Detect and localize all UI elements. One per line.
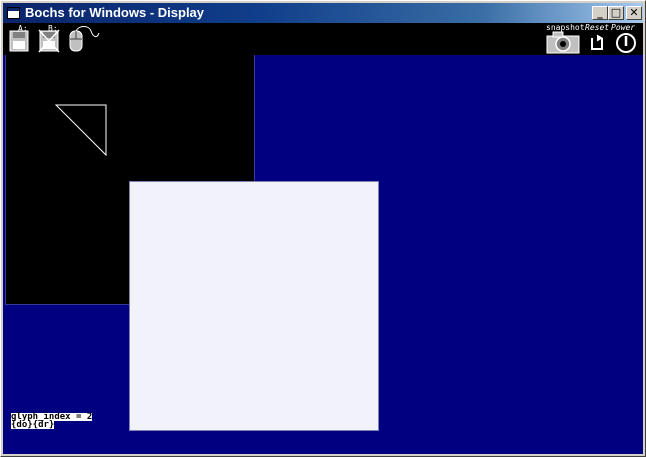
maximize-button[interactable]: □ <box>608 6 624 20</box>
white-window <box>129 181 379 431</box>
snapshot-button[interactable]: snapshot <box>545 23 585 55</box>
window-title: Bochs for Windows - Display <box>25 5 205 20</box>
console-line-2: {do}{dr} <box>11 420 55 430</box>
title-bar[interactable]: Bochs for Windows - Display _ □ ✕ <box>3 3 643 23</box>
close-button[interactable]: ✕ <box>626 6 642 20</box>
snapshot-label: snapshot <box>546 23 585 32</box>
floppy-a-button[interactable]: A: <box>7 24 33 53</box>
console-text: glyph_index = 2 {do}{dr} <box>11 413 93 430</box>
power-label: Power <box>611 23 636 32</box>
power-button[interactable]: Power <box>611 23 641 55</box>
floppy-b-button[interactable]: B: <box>37 24 63 53</box>
mouse-icon <box>69 26 100 52</box>
bochs-window: Bochs for Windows - Display _ □ ✕ A: B: <box>0 0 646 457</box>
window-icon <box>7 7 20 19</box>
reset-button[interactable]: Reset <box>585 23 610 55</box>
mouse-capture-button[interactable] <box>67 25 101 53</box>
toolbar: A: B: snapshot Reset Power <box>3 23 643 55</box>
floppy-a-label: A: <box>18 24 28 33</box>
reset-label: Reset <box>585 23 610 32</box>
emulator-display[interactable]: glyph_index = 2 {do}{dr} <box>3 55 643 454</box>
minimize-button[interactable]: _ <box>592 6 608 20</box>
floppy-b-label: B: <box>48 24 58 33</box>
